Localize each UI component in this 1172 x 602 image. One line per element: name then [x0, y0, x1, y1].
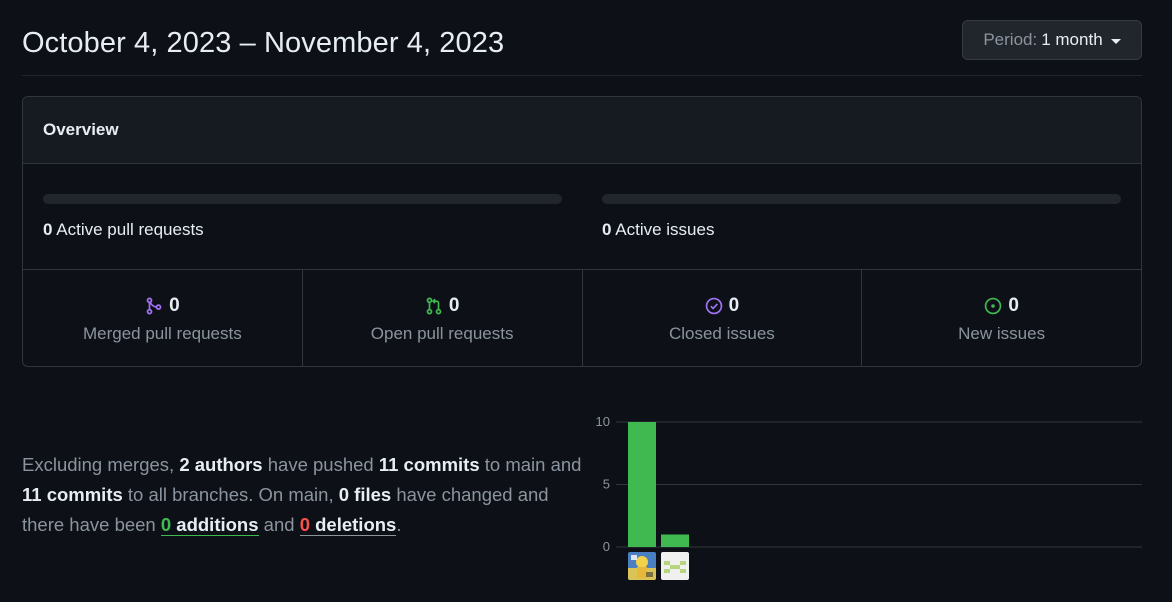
- active-pull-requests-label: Active pull requests: [56, 220, 204, 239]
- git-merge-icon: [146, 297, 162, 315]
- new-issues-label: New issues: [958, 324, 1046, 343]
- author-avatar[interactable]: [661, 552, 689, 580]
- stat-closed-issues[interactable]: 0 Closed issues: [583, 270, 863, 366]
- period-value: 1 month: [1041, 30, 1103, 49]
- merged-pull-requests-label: Merged pull requests: [82, 324, 242, 343]
- commits-main-count: 11 commits: [378, 454, 480, 475]
- active-pull-requests-count: 0: [43, 220, 53, 239]
- git-pull-request-icon: [426, 297, 442, 315]
- identicon-image: [661, 552, 689, 580]
- issue-closed-icon: [705, 297, 722, 315]
- commits-by-author-chart: 0 5 10: [588, 410, 1148, 595]
- closed-issues-count: 0: [728, 295, 740, 316]
- files-changed-count: 0 files: [338, 484, 392, 505]
- summary-text: Excluding merges,: [22, 454, 180, 475]
- stat-open-pull-requests[interactable]: 0 Open pull requests: [303, 270, 583, 366]
- author-avatar-image: [628, 552, 656, 580]
- y-tick-label: 10: [596, 414, 610, 429]
- period-label: Period:: [983, 30, 1038, 49]
- issue-opened-icon: [985, 297, 1002, 315]
- summary-text: .: [396, 514, 402, 535]
- caret-down-icon: [1110, 38, 1121, 44]
- active-pull-requests-link[interactable]: 0 Active pull requests: [43, 220, 562, 240]
- summary-text: to main and: [479, 454, 582, 475]
- commits-all-count: 11 commits: [22, 484, 123, 505]
- issues-progress-bar: [602, 194, 1121, 204]
- overview-title: Overview: [23, 97, 1141, 164]
- active-issues-link[interactable]: 0 Active issues: [602, 220, 1121, 240]
- stat-new-issues[interactable]: 0 New issues: [862, 270, 1141, 366]
- summary-text: have pushed: [262, 454, 379, 475]
- period-title: October 4, 2023 – November 4, 2023: [22, 27, 505, 59]
- y-tick-label: 5: [603, 477, 610, 492]
- active-pull-requests: 0 Active pull requests: [43, 194, 562, 240]
- overview-panel: Overview 0 Active pull requests 0 Active…: [22, 96, 1142, 367]
- active-issues-label: Active issues: [615, 220, 715, 239]
- deletions-label: deletions: [309, 514, 397, 535]
- period-dropdown-button[interactable]: Period: 1 month: [962, 20, 1142, 60]
- pull-requests-progress-bar: [43, 194, 562, 204]
- new-issues-count: 0: [1008, 295, 1019, 316]
- authors-count: 2 authors: [179, 454, 263, 475]
- additions-link[interactable]: 0 additions: [160, 514, 259, 536]
- closed-issues-label: Closed issues: [668, 324, 775, 343]
- additions-label: additions: [171, 514, 259, 535]
- merged-pull-requests-count: 0: [169, 295, 180, 316]
- period-header: October 4, 2023 – November 4, 2023 Perio…: [22, 20, 1142, 76]
- stat-merged-pull-requests[interactable]: 0 Merged pull requests: [23, 270, 303, 366]
- commit-bar[interactable]: [661, 534, 689, 548]
- overview-stats: 0 Merged pull requests 0 Open pull reque…: [23, 270, 1141, 366]
- commit-summary: Excluding merges, 2 authors have pushed …: [22, 450, 582, 540]
- active-issues-count: 0: [602, 220, 612, 239]
- summary-text: to all branches. On main,: [122, 484, 339, 505]
- deletions-link[interactable]: 0 deletions: [299, 514, 397, 536]
- deletions-count: 0: [299, 514, 310, 535]
- active-issues: 0 Active issues: [602, 194, 1121, 240]
- additions-count: 0: [160, 514, 172, 535]
- open-pull-requests-count: 0: [448, 295, 460, 316]
- commit-bar[interactable]: [628, 422, 656, 547]
- author-avatar[interactable]: [628, 552, 656, 580]
- y-tick-label: 0: [603, 539, 610, 554]
- summary-text: and: [258, 514, 300, 535]
- overview-activity: 0 Active pull requests 0 Active issues: [23, 164, 1141, 270]
- open-pull-requests-label: Open pull requests: [370, 324, 514, 343]
